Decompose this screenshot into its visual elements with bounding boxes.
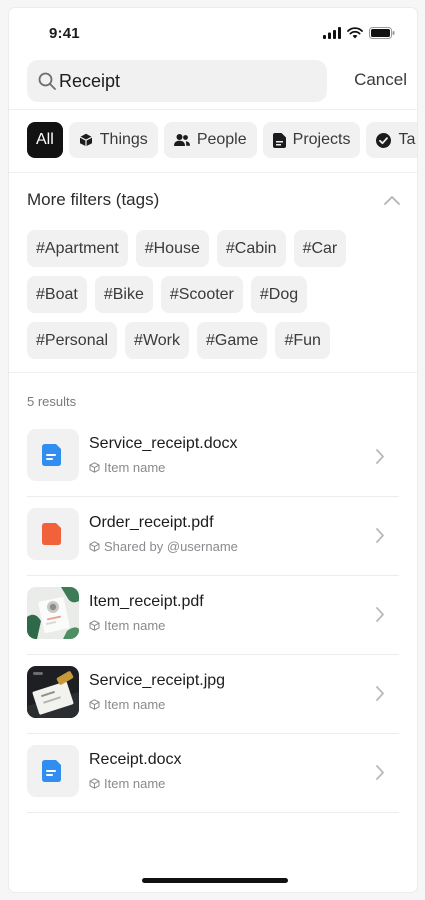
tag-chip[interactable]: #Boat [27, 276, 87, 313]
search-bar: Cancel [27, 60, 407, 102]
people-icon [173, 134, 190, 146]
chevron-right-icon [376, 449, 384, 464]
tag-chip[interactable]: #Dog [250, 276, 308, 313]
chip-label: Ta [398, 131, 416, 148]
document-icon [272, 132, 286, 148]
file-meta: Item name [89, 776, 165, 791]
check-circle-icon [376, 132, 392, 148]
tag-chip[interactable]: #Work [125, 322, 189, 359]
tag-chip[interactable]: #Scooter [160, 276, 243, 313]
chip-label: All [36, 131, 54, 148]
list-item[interactable]: Item_receipt.pdf Item name [27, 576, 399, 655]
file-meta: Shared by @username [89, 539, 238, 554]
results-list: Service_receipt.docx Item name Order_rec… [27, 418, 399, 813]
home-indicator[interactable] [142, 878, 288, 883]
chip-projects[interactable]: Projects [262, 122, 361, 158]
meta-label: Item name [104, 618, 166, 633]
photo-thumbnail-icon [27, 666, 79, 718]
phone-screen: 9:41 Receipt Cancel All Things People Pr… [9, 8, 417, 892]
status-time: 9:41 [49, 25, 80, 42]
tag-row: #Boat #Bike #Scooter #Dog [27, 276, 397, 313]
meta-label: Shared by @username [104, 539, 238, 554]
file-thumbnail [27, 508, 79, 560]
search-field[interactable] [27, 60, 327, 102]
status-icons [323, 27, 395, 39]
chip-all[interactable]: All [27, 122, 63, 158]
file-meta: Item name [89, 460, 165, 475]
divider [9, 172, 417, 173]
file-thumbnail [27, 666, 79, 718]
tag-chip[interactable]: #Car [293, 230, 347, 267]
cube-outline-icon [89, 778, 100, 789]
list-item[interactable]: Receipt.docx Item name [27, 734, 399, 813]
tag-chip[interactable]: #House [135, 230, 209, 267]
chip-label: Projects [292, 131, 351, 148]
search-input[interactable] [59, 60, 319, 102]
cube-outline-icon [89, 620, 100, 631]
tag-row: #Personal #Work #Game #Fun [27, 322, 397, 359]
cellular-signal-icon [323, 27, 341, 39]
file-name: Receipt.docx [89, 751, 182, 768]
file-thumbnail [27, 745, 79, 797]
tag-filters: #Apartment #House #Cabin #Car #Boat #Bik… [27, 230, 397, 368]
divider [9, 109, 417, 110]
chip-tasks[interactable]: Ta [366, 122, 417, 158]
battery-icon [369, 27, 395, 39]
file-name: Order_receipt.pdf [89, 514, 214, 531]
cancel-button[interactable]: Cancel [354, 70, 407, 90]
cube-outline-icon [89, 699, 100, 710]
results-count: 5 results [27, 394, 77, 409]
status-bar: 9:41 [9, 8, 417, 56]
meta-label: Item name [104, 776, 166, 791]
cube-outline-icon [89, 462, 100, 473]
chip-things[interactable]: Things [68, 122, 158, 158]
tag-chip[interactable]: #Game [196, 322, 268, 359]
search-icon [38, 72, 56, 90]
file-thumbnail [27, 587, 79, 639]
docx-file-icon [42, 444, 61, 466]
chevron-right-icon [376, 765, 384, 780]
meta-label: Item name [104, 460, 166, 475]
cube-icon [79, 133, 93, 147]
tag-chip[interactable]: #Personal [27, 322, 118, 359]
tag-chip[interactable]: #Cabin [216, 230, 286, 267]
list-item[interactable]: Order_receipt.pdf Shared by @username [27, 497, 399, 576]
chevron-right-icon [376, 607, 384, 622]
chip-label: Things [99, 131, 148, 148]
chip-label: People [196, 131, 247, 148]
chevron-up-icon[interactable] [383, 194, 401, 206]
docx-file-icon [42, 760, 61, 782]
tag-row: #Apartment #House #Cabin #Car [27, 230, 397, 267]
cube-outline-icon [89, 541, 100, 552]
tag-chip[interactable]: #Apartment [27, 230, 128, 267]
file-meta: Item name [89, 618, 165, 633]
wifi-icon [347, 27, 363, 39]
chevron-right-icon [376, 686, 384, 701]
file-name: Item_receipt.pdf [89, 593, 204, 610]
meta-label: Item name [104, 697, 166, 712]
list-item[interactable]: Service_receipt.jpg Item name [27, 655, 399, 734]
file-thumbnail [27, 429, 79, 481]
photo-thumbnail-icon [27, 587, 79, 639]
divider [9, 372, 417, 373]
tag-chip[interactable]: #Fun [275, 322, 330, 359]
file-name: Service_receipt.docx [89, 435, 238, 452]
list-item[interactable]: Service_receipt.docx Item name [27, 418, 399, 497]
category-chips: All Things People Projects Ta [27, 122, 417, 160]
tag-chip[interactable]: #Bike [94, 276, 153, 313]
filters-title: More filters (tags) [27, 190, 160, 209]
file-meta: Item name [89, 697, 165, 712]
chevron-right-icon [376, 528, 384, 543]
pdf-file-icon [42, 523, 61, 545]
file-name: Service_receipt.jpg [89, 672, 226, 689]
chip-people[interactable]: People [163, 122, 257, 158]
